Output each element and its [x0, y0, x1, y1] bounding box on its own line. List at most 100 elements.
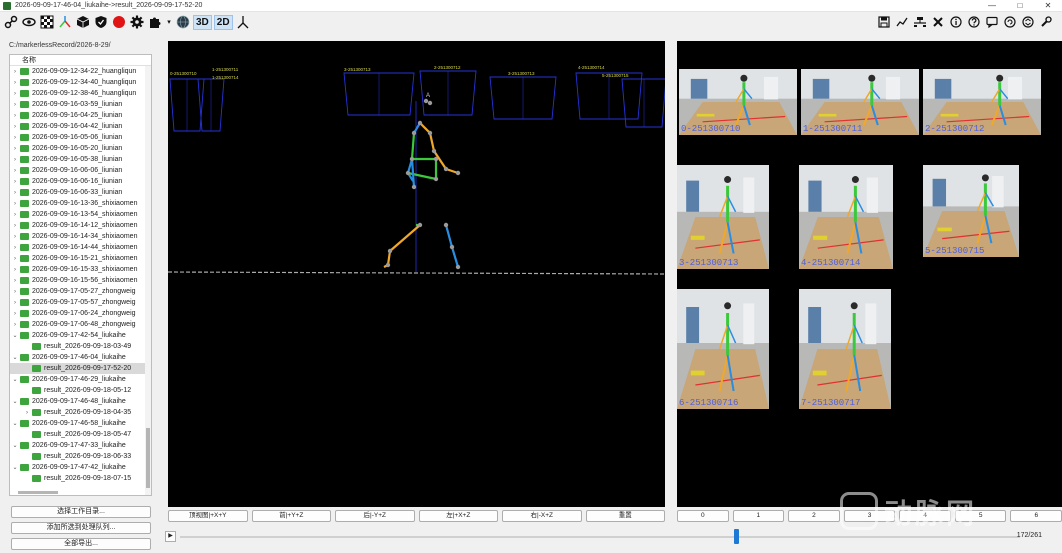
tree-result-item[interactable]: › result_2026-09-09-18-04-35	[10, 407, 151, 418]
eye-icon[interactable]	[21, 14, 37, 30]
globe-icon[interactable]	[175, 14, 191, 30]
tree-session-item[interactable]: › 2026-09-09-12-38-46_huangliqun	[10, 88, 151, 99]
tree-session-item[interactable]: › 2026-09-09-16-06-33_liunian	[10, 187, 151, 198]
view-preset-button-0[interactable]: 顶视图|+X+Y	[168, 510, 248, 522]
chevron-down-icon[interactable]: ⌄	[10, 376, 20, 383]
chevron-right-icon[interactable]: ›	[10, 311, 20, 317]
camera-grid-2d[interactable]: 0-251300710 1-251300711 2-251300712 3-25…	[677, 41, 1062, 507]
tree-session-item[interactable]: › 2026-09-09-16-15-33_shixiaomen	[10, 264, 151, 275]
camera-thumbnail[interactable]: 4-251300714	[799, 165, 893, 269]
chevron-right-icon[interactable]: ›	[10, 124, 20, 130]
tree-result-item[interactable]: result_2026-09-09-17-52-20	[10, 363, 151, 374]
camera-thumbnail[interactable]: 3-251300713	[677, 165, 769, 269]
rig-icon[interactable]	[912, 14, 928, 30]
tree-result-item[interactable]: result_2026-09-09-18-05-47	[10, 429, 151, 440]
chevron-right-icon[interactable]: ›	[10, 245, 20, 251]
tree-session-item[interactable]: › 2026-09-09-12-34-40_huangliqun	[10, 77, 151, 88]
tree-result-item[interactable]: result_2026-09-09-18-07-15	[10, 473, 151, 484]
help-icon[interactable]	[966, 14, 982, 30]
tree-session-item[interactable]: › 2026-09-09-17-05-57_zhongweig	[10, 297, 151, 308]
chevron-right-icon[interactable]: ›	[10, 212, 20, 218]
tree-session-item[interactable]: › 2026-09-09-16-13-36_shixiaomen	[10, 198, 151, 209]
chevron-right-icon[interactable]: ›	[10, 135, 20, 141]
chevron-down-icon[interactable]: ⌄	[10, 354, 20, 361]
close-icon[interactable]	[930, 14, 946, 30]
chevron-right-icon[interactable]: ›	[10, 234, 20, 240]
tree-session-item[interactable]: › 2026-09-09-16-05-38_liunian	[10, 154, 151, 165]
chevron-right-icon[interactable]: ›	[10, 300, 20, 306]
refresh-icon[interactable]	[1002, 14, 1018, 30]
tree-session-item[interactable]: ⌄ 2026-09-09-17-42-54_liukaihe	[10, 330, 151, 341]
view-preset-button-4[interactable]: 右|-X+Z	[502, 510, 582, 522]
puzzle-icon[interactable]	[147, 14, 163, 30]
camera-thumbnail[interactable]: 1-251300711	[801, 69, 919, 135]
tree-session-item[interactable]: › 2026-09-09-16-03-59_liunian	[10, 99, 151, 110]
minimize-button[interactable]: —	[978, 0, 1006, 12]
camera-thumbnail[interactable]: 7-251300717	[799, 289, 891, 409]
tree-result-item[interactable]: result_2026-09-09-18-03-49	[10, 341, 151, 352]
tree-session-item[interactable]: ⌄ 2026-09-09-17-46-48_liukaihe	[10, 396, 151, 407]
chevron-down-icon[interactable]: ⌄	[10, 464, 20, 471]
camera-thumbnail[interactable]: 0-251300710	[679, 69, 797, 135]
chevron-right-icon[interactable]: ›	[10, 190, 20, 196]
chevron-right-icon[interactable]: ›	[10, 69, 20, 75]
dropdown-icon[interactable]: ▾	[165, 14, 173, 30]
tree-session-item[interactable]: › 2026-09-09-16-04-42_liunian	[10, 121, 151, 132]
camera-button-0[interactable]: 0	[677, 510, 729, 522]
camera-button-1[interactable]: 1	[732, 510, 785, 522]
view-2d-toggle[interactable]: 2D	[213, 14, 233, 30]
tree-horizontal-scrollbar[interactable]	[18, 491, 58, 494]
tree-session-item[interactable]: ⌄ 2026-09-09-17-46-58_liukaihe	[10, 418, 151, 429]
camera-button-6[interactable]: 6	[1010, 510, 1062, 522]
tree-session-item[interactable]: ⌄ 2026-09-09-17-46-04_liukaihe	[10, 352, 151, 363]
chevron-down-icon[interactable]: ⌄	[10, 398, 20, 405]
view-3d-toggle[interactable]: 3D	[193, 14, 212, 30]
cube-icon[interactable]	[75, 14, 91, 30]
tree-session-item[interactable]: › 2026-09-09-16-06-16_liunian	[10, 176, 151, 187]
chevron-right-icon[interactable]: ›	[10, 91, 20, 97]
axis-icon[interactable]	[235, 14, 251, 30]
chevron-right-icon[interactable]: ›	[10, 289, 20, 295]
tree-session-item[interactable]: › 2026-09-09-16-14-34_shixiaomen	[10, 231, 151, 242]
wrench-icon[interactable]	[1038, 14, 1054, 30]
tree-session-item[interactable]: › 2026-09-09-16-14-44_shixiaomen	[10, 242, 151, 253]
chevron-right-icon[interactable]: ›	[10, 267, 20, 273]
gear-icon[interactable]	[129, 14, 145, 30]
chevron-down-icon[interactable]: ⌄	[10, 442, 20, 449]
tree-session-item[interactable]: › 2026-09-09-16-15-21_shixiaomen	[10, 253, 151, 264]
tree-session-item[interactable]: ⌄ 2026-09-09-17-47-33_liukaihe	[10, 440, 151, 451]
tree-result-item[interactable]: result_2026-09-09-18-06-33	[10, 451, 151, 462]
tree-session-item[interactable]: › 2026-09-09-17-06-48_zhongweig	[10, 319, 151, 330]
chevron-right-icon[interactable]: ›	[10, 146, 20, 152]
chevron-right-icon[interactable]: ›	[10, 201, 20, 207]
chat-icon[interactable]	[984, 14, 1000, 30]
chevron-right-icon[interactable]: ›	[10, 102, 20, 108]
play-button[interactable]: ▶	[165, 531, 176, 542]
checker-icon[interactable]	[39, 14, 55, 30]
tree-session-item[interactable]: ⌄ 2026-09-09-17-46-29_liukaihe	[10, 374, 151, 385]
viewport-3d[interactable]: 0-251300710 1-251300711 1-251300714 3-25130…	[167, 41, 667, 507]
maximize-button[interactable]: □	[1006, 0, 1034, 12]
tree-session-item[interactable]: › 2026-09-09-17-05-27_zhongweig	[10, 286, 151, 297]
tree-session-item[interactable]: › 2026-09-09-16-05-20_liunian	[10, 143, 151, 154]
chevron-right-icon[interactable]: ›	[10, 256, 20, 262]
camera-button-2[interactable]: 2	[788, 510, 840, 522]
chevron-down-icon[interactable]: ⌄	[10, 332, 20, 339]
chevron-right-icon[interactable]: ›	[10, 80, 20, 86]
chevron-right-icon[interactable]: ›	[10, 322, 20, 328]
tree-vertical-scrollbar[interactable]	[145, 66, 151, 495]
tree-session-item[interactable]: › 2026-09-09-16-14-12_shixiaomen	[10, 220, 151, 231]
sync-icon[interactable]	[1020, 14, 1036, 30]
chevron-right-icon[interactable]: ›	[10, 157, 20, 163]
tree-session-item[interactable]: › 2026-09-09-16-13-54_shixiaomen	[10, 209, 151, 220]
tree-session-item[interactable]: ⌄ 2026-09-09-17-47-42_liukaihe	[10, 462, 151, 473]
skeleton-icon[interactable]	[57, 14, 73, 30]
select-workdir-button[interactable]: 选择工作目录...	[11, 506, 151, 518]
tree-session-item[interactable]: › 2026-09-09-17-06-24_zhongweig	[10, 308, 151, 319]
view-preset-button-5[interactable]: 重置	[585, 510, 665, 522]
view-preset-button-1[interactable]: 前|+Y+Z	[251, 510, 331, 522]
camera-thumbnail[interactable]: 6-251300716	[677, 289, 769, 409]
view-preset-button-3[interactable]: 左|+X+Z	[418, 510, 498, 522]
camera-thumbnail[interactable]: 5-251300715	[923, 165, 1019, 257]
chart-icon[interactable]	[894, 14, 910, 30]
